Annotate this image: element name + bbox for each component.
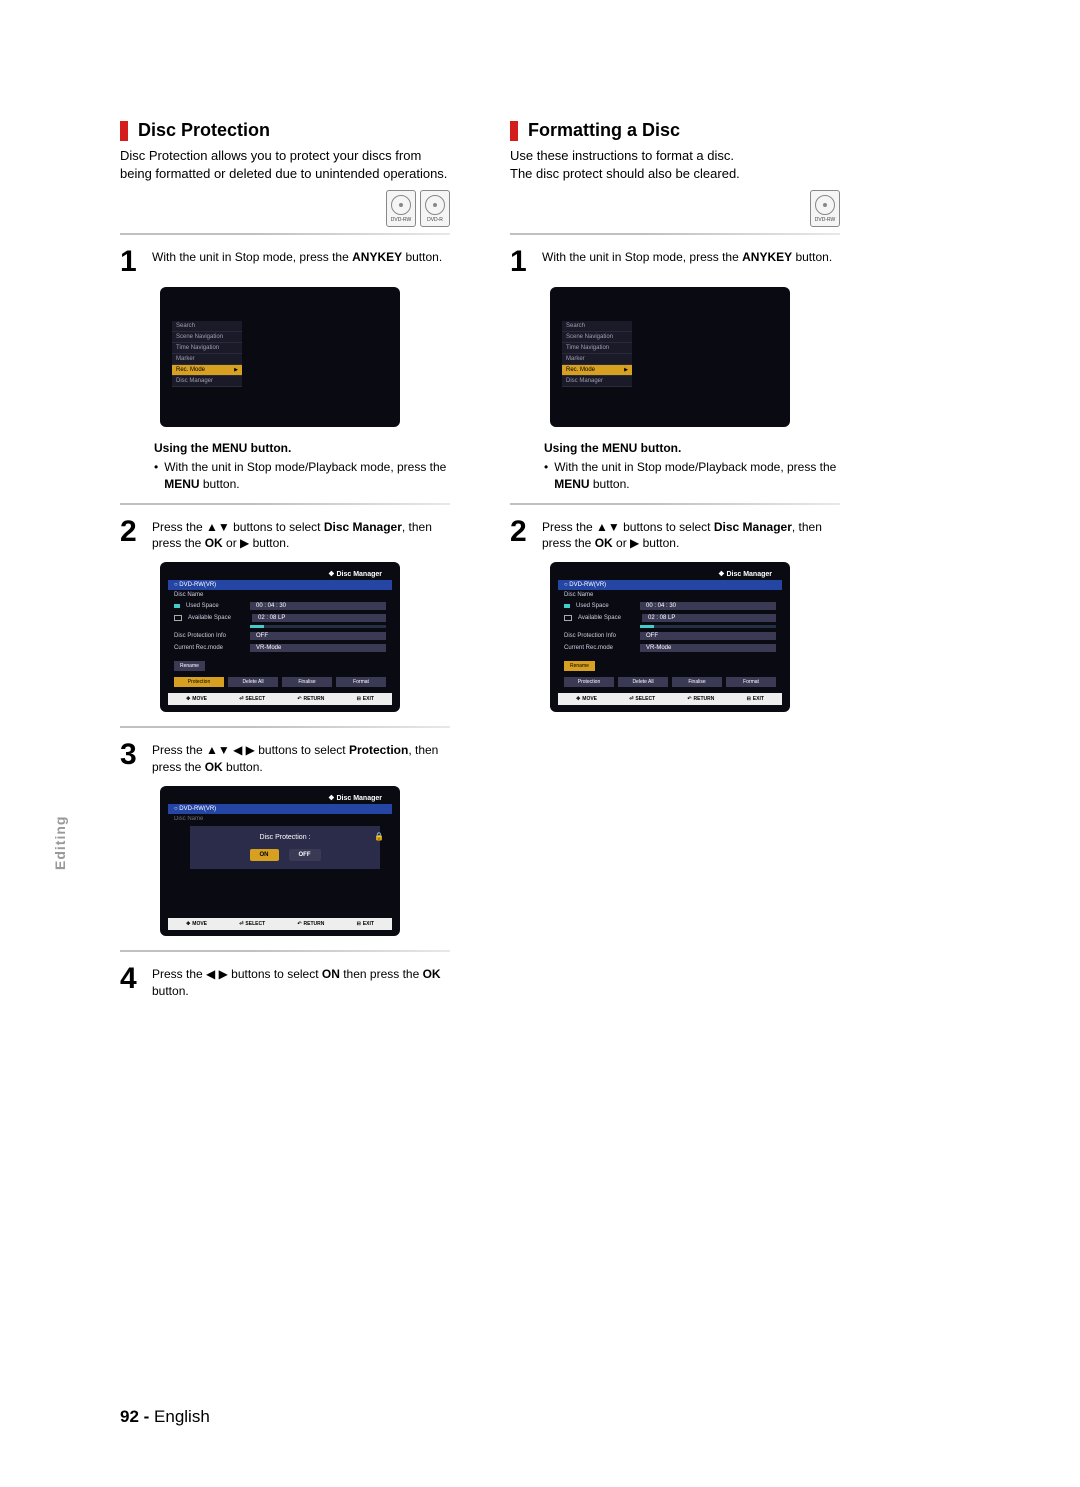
divider (120, 503, 450, 505)
disc-type-icon: DVD-RW (810, 190, 840, 227)
osd-button: Delete All (618, 677, 668, 687)
dialog-on-button: ON (250, 849, 279, 861)
step-number: 3 (120, 740, 142, 776)
divider (120, 233, 450, 235)
menu-subheading: Using the MENU button. (154, 441, 450, 455)
avail-icon (564, 615, 572, 621)
osd-button: Finalise (282, 677, 332, 687)
osd-screenshot-protection-dialog: Disc Manager DVD-RW(VR) Disc Name 🔒 Disc… (160, 786, 400, 936)
osd-menu-item: Search (562, 321, 632, 332)
nav-exit-icon: EXIT (747, 696, 764, 702)
osd-button: Format (726, 677, 776, 687)
nav-return-icon: RETURN (297, 696, 324, 702)
osd-button: Finalise (672, 677, 722, 687)
step-1: 1 With the unit in Stop mode, press the … (510, 247, 840, 277)
bullet-text: With the unit in Stop mode/Playback mode… (154, 459, 450, 493)
section-title: Disc Protection (138, 120, 270, 141)
divider (510, 233, 840, 235)
nav-move-icon: MOVE (186, 921, 207, 927)
step-2: 2 Press the ▲▼ buttons to select Disc Ma… (510, 517, 840, 553)
disc-type-icon: DVD-RW (386, 190, 416, 227)
osd-menu-item: Scene Navigation (562, 332, 632, 343)
osd-screenshot-disc-manager: Disc Manager DVD-RW(VR) Disc Name Used S… (160, 562, 400, 712)
step-2: 2 Press the ▲▼ buttons to select Disc Ma… (120, 517, 450, 553)
step-4: 4 Press the ◀ ▶ buttons to select ON the… (120, 964, 450, 1000)
col-disc-protection: Disc Protection Disc Protection allows y… (120, 120, 450, 1009)
divider (120, 726, 450, 728)
osd-menu-item: Rec. Mode▶ (562, 365, 632, 376)
step-number: 2 (510, 517, 532, 553)
osd-menu-item: Marker (562, 354, 632, 365)
col-formatting: Formatting a Disc Use these instructions… (510, 120, 840, 1009)
padlock-icon: 🔒 (374, 832, 384, 841)
page-language: English (154, 1407, 210, 1426)
step-1: 1 With the unit in Stop mode, press the … (120, 247, 450, 277)
nav-select-icon: SELECT (239, 921, 265, 927)
used-icon (564, 604, 570, 608)
divider (510, 503, 840, 505)
osd-button: Protection (564, 677, 614, 687)
dialog-off-button: OFF (289, 849, 321, 861)
osd-screenshot-disc-manager: Disc Manager DVD-RW(VR) Disc Name Used S… (550, 562, 790, 712)
avail-icon (174, 615, 182, 621)
section-title: Formatting a Disc (528, 120, 680, 141)
nav-move-icon: MOVE (576, 696, 597, 702)
osd-menu-item: Time Navigation (172, 343, 242, 354)
nav-select-icon: SELECT (239, 696, 265, 702)
step-number: 1 (510, 247, 532, 277)
osd-menu-item: Disc Manager (172, 376, 242, 387)
intro-text: Disc Protection allows you to protect yo… (120, 147, 450, 182)
nav-return-icon: RETURN (687, 696, 714, 702)
page-number: 92 - (120, 1407, 149, 1426)
nav-return-icon: RETURN (297, 921, 324, 927)
step-number: 2 (120, 517, 142, 553)
divider (120, 950, 450, 952)
osd-menu-item: Marker (172, 354, 242, 365)
step-number: 4 (120, 964, 142, 1000)
step-number: 1 (120, 247, 142, 277)
osd-button: Delete All (228, 677, 278, 687)
osd-menu-item: Rec. Mode▶ (172, 365, 242, 376)
nav-exit-icon: EXIT (357, 921, 374, 927)
osd-button: Format (336, 677, 386, 687)
osd-screenshot-menu: Search Scene Navigation Time Navigation … (160, 287, 400, 427)
bullet-text: With the unit in Stop mode/Playback mode… (544, 459, 840, 493)
nav-exit-icon: EXIT (357, 696, 374, 702)
osd-button: Rename (174, 661, 205, 671)
osd-button: Rename (564, 661, 595, 671)
page-footer: 92 - English (120, 1407, 210, 1427)
used-icon (174, 604, 180, 608)
intro-text: Use these instructions to format a disc.… (510, 147, 840, 182)
osd-menu-item: Time Navigation (562, 343, 632, 354)
side-tab: Editing (52, 816, 68, 870)
osd-menu-item: Disc Manager (562, 376, 632, 387)
menu-subheading: Using the MENU button. (544, 441, 840, 455)
nav-move-icon: MOVE (186, 696, 207, 702)
osd-menu-item: Search (172, 321, 242, 332)
osd-menu-item: Scene Navigation (172, 332, 242, 343)
osd-button: Protection (174, 677, 224, 687)
osd-screenshot-menu: Search Scene Navigation Time Navigation … (550, 287, 790, 427)
section-bar (120, 121, 128, 141)
disc-type-icon: DVD-R (420, 190, 450, 227)
section-bar (510, 121, 518, 141)
nav-select-icon: SELECT (629, 696, 655, 702)
step-3: 3 Press the ▲▼ ◀ ▶ buttons to select Pro… (120, 740, 450, 776)
